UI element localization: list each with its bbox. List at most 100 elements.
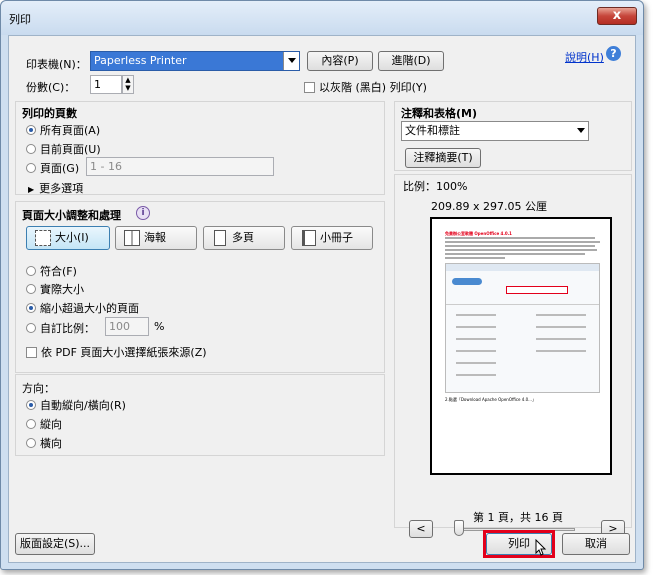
preview-row (456, 314, 496, 316)
multiple-pages-icon (214, 230, 226, 246)
orientation-landscape-dot[interactable] (26, 438, 36, 448)
custom-scale-radio[interactable]: 自訂比例： (26, 320, 95, 336)
preview-text-line (445, 245, 595, 247)
pages-range-radio[interactable]: 頁面(G) (26, 160, 79, 176)
printer-dropdown-arrow[interactable] (283, 52, 299, 70)
close-button[interactable]: x (597, 7, 637, 25)
custom-scale-input[interactable]: 100 (105, 317, 149, 336)
pages-all-radio[interactable]: 所有頁面(A) (26, 122, 100, 138)
properties-button[interactable]: 內容(P) (307, 51, 373, 71)
orientation-portrait-radio[interactable]: 縱向 (26, 416, 62, 432)
pages-range-label: 頁面(G) (40, 162, 80, 175)
help-link[interactable]: 說明(H) (565, 49, 604, 65)
multiple-button-label: 多頁 (232, 231, 254, 244)
poster-button[interactable]: 海報 (115, 226, 197, 250)
copies-stepper[interactable]: ▲ ▼ (122, 75, 134, 94)
percent-label: % (154, 320, 165, 333)
preview-panel: 比例：100% 209.89 x 297.05 公厘 免費辦公室軟體 OpenO… (394, 174, 632, 538)
page-size-label: 209.89 x 297.05 公厘 (431, 200, 547, 213)
comments-select[interactable]: 文件和標註 (401, 121, 589, 141)
pages-heading: 列印的頁數 (22, 107, 77, 120)
shrink-dot[interactable] (26, 303, 36, 313)
preview-browser-bar (446, 264, 599, 271)
pages-panel: 列印的頁數 所有頁面(A) 目前頁面(U) 頁面(G) 1 - 16 ▶ 更多選項 (15, 101, 385, 195)
more-options-toggle[interactable]: ▶ 更多選項 (28, 180, 83, 196)
expand-arrow-icon: ▶ (28, 185, 35, 194)
pages-range-dot[interactable] (26, 163, 36, 173)
summarize-comments-button[interactable]: 注釋摘要(T) (405, 148, 481, 168)
grayscale-label: 以灰階 (黑白) 列印(Y) (319, 81, 427, 94)
help-icon[interactable]: ? (606, 46, 621, 61)
actual-size-dot[interactable] (26, 284, 36, 294)
scale-label: 比例：100% (403, 180, 468, 193)
comments-dropdown-arrow[interactable] (577, 128, 585, 133)
more-options-label: 更多選項 (39, 182, 84, 195)
poster-icon (124, 230, 140, 246)
comments-select-value: 文件和標註 (405, 124, 460, 137)
grayscale-check-box[interactable] (304, 82, 315, 93)
printer-select[interactable]: Paperless Printer (90, 51, 300, 71)
preview-row (536, 314, 586, 316)
previous-page-button[interactable]: < (409, 520, 433, 538)
orientation-portrait-label: 縱向 (40, 418, 62, 431)
actual-size-radio[interactable]: 實際大小 (26, 281, 84, 297)
paper-source-label: 依 PDF 頁面大小選擇紙張來源(Z) (41, 346, 207, 359)
custom-scale-label: 自訂比例： (40, 322, 95, 335)
orientation-portrait-dot[interactable] (26, 419, 36, 429)
copies-input[interactable]: 1 (90, 75, 122, 94)
preview-row (536, 338, 586, 340)
size-button-label: 大小(I) (55, 231, 89, 244)
shrink-label: 縮小超過大小的頁面 (40, 302, 139, 315)
orientation-auto-dot[interactable] (26, 400, 36, 410)
comments-panel: 注釋和表格(M) 文件和標註 注釋摘要(T) (394, 101, 632, 171)
orientation-heading: 方向： (22, 382, 55, 395)
preview-text-line (445, 241, 600, 243)
comments-heading: 注釋和表格(M) (401, 107, 478, 120)
page-preview: 免費辦公室軟體 OpenOffice 4.0.1 2.點選「Download A… (430, 217, 612, 475)
fit-radio[interactable]: 符合(F) (26, 263, 77, 279)
title-bar: 列印 x (1, 1, 643, 35)
orientation-auto-label: 自動縱向/橫向(R) (40, 399, 126, 412)
orientation-auto-radio[interactable]: 自動縱向/橫向(R) (26, 397, 126, 413)
mouse-cursor-icon (535, 539, 547, 556)
cancel-button[interactable]: 取消 (562, 533, 630, 555)
pages-all-dot[interactable] (26, 125, 36, 135)
pages-range-input[interactable]: 1 - 16 (86, 157, 274, 176)
preview-text-line (445, 253, 585, 255)
preview-caption: 2.點選「Download Apache OpenOffice 4.0...」 (445, 397, 536, 402)
info-icon[interactable]: i (136, 206, 150, 220)
preview-row (456, 350, 496, 352)
pages-current-radio[interactable]: 目前頁面(U) (26, 141, 101, 157)
dialog-client: 印表機(N)： Paperless Printer 內容(P) 進階(D) 說明… (8, 35, 636, 563)
resize-icon (35, 230, 51, 246)
grayscale-checkbox[interactable]: 以灰階 (黑白) 列印(Y) (304, 79, 427, 95)
preview-text-line (445, 237, 595, 239)
print-dialog: 列印 x 印表機(N)： Paperless Printer 內容(P) 進階(… (0, 0, 644, 570)
preview-row (456, 374, 496, 376)
paper-source-check-box[interactable] (26, 347, 37, 358)
printer-select-value: Paperless Printer (94, 54, 187, 67)
preview-screenshot (445, 263, 600, 393)
page-slider-thumb[interactable] (454, 520, 464, 536)
preview-divider (446, 304, 599, 305)
fit-dot[interactable] (26, 266, 36, 276)
advanced-button[interactable]: 進階(D) (378, 51, 444, 71)
custom-scale-dot[interactable] (26, 323, 36, 333)
booklet-icon (302, 230, 316, 246)
orientation-landscape-radio[interactable]: 橫向 (26, 435, 62, 451)
orientation-panel: 方向： 自動縱向/橫向(R) 縱向 橫向 (15, 374, 385, 456)
preview-text-line (445, 249, 597, 251)
booklet-button[interactable]: 小冊子 (291, 226, 373, 250)
preview-row (536, 326, 586, 328)
shrink-radio[interactable]: 縮小超過大小的頁面 (26, 300, 139, 316)
size-button[interactable]: 大小(I) (26, 226, 110, 250)
page-setup-button[interactable]: 版面設定(S)... (15, 533, 95, 555)
sizing-panel: 頁面大小調整和處理 i 大小(I) 海報 多頁 小冊子 符合(F) 實際大小 縮… (15, 201, 385, 373)
preview-row (456, 362, 496, 364)
page-indicator: 第 1 頁，共 16 頁 (473, 511, 563, 524)
preview-row (536, 350, 586, 352)
multiple-button[interactable]: 多頁 (203, 226, 285, 250)
paper-source-checkbox[interactable]: 依 PDF 頁面大小選擇紙張來源(Z) (26, 344, 207, 360)
pages-current-dot[interactable] (26, 144, 36, 154)
pages-all-label: 所有頁面(A) (40, 124, 101, 137)
